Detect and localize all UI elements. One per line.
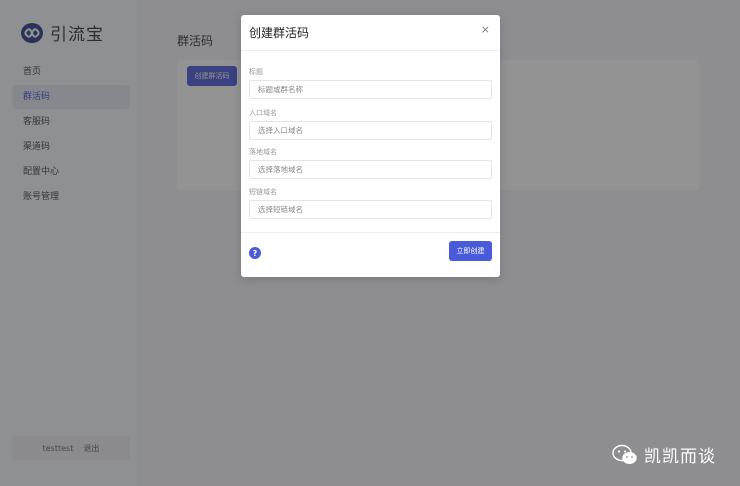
title-field: 标题 [249,67,492,99]
landing-domain-label: 落地域名 [249,148,277,156]
close-icon[interactable]: × [481,23,490,36]
shortlink-domain-select[interactable] [249,200,492,219]
landing-domain-select[interactable] [249,160,492,179]
shortlink-domain-label: 短链域名 [249,188,277,196]
entry-domain-field: 入口域名 [249,108,492,140]
watermark-text: 凯凯而谈 [644,447,716,467]
title-input[interactable] [249,80,492,99]
watermark: 凯凯而谈 [612,442,716,467]
entry-domain-label: 入口域名 [249,109,277,117]
help-icon[interactable]: ? [249,247,261,259]
landing-domain-field: 落地域名 [249,147,492,179]
create-now-button[interactable]: 立即创建 [449,241,492,261]
modal-header: 创建群活码 [241,15,500,51]
shortlink-domain-field: 短链域名 [249,187,492,219]
create-group-code-modal: 创建群活码 × 标题 入口域名 落地域名 短链域名 ? 立即创建 [241,15,500,277]
title-label: 标题 [249,68,263,76]
entry-domain-select[interactable] [249,121,492,140]
modal-title: 创建群活码 [249,26,310,40]
modal-footer: ? 立即创建 [241,232,500,277]
wechat-icon [612,444,637,464]
